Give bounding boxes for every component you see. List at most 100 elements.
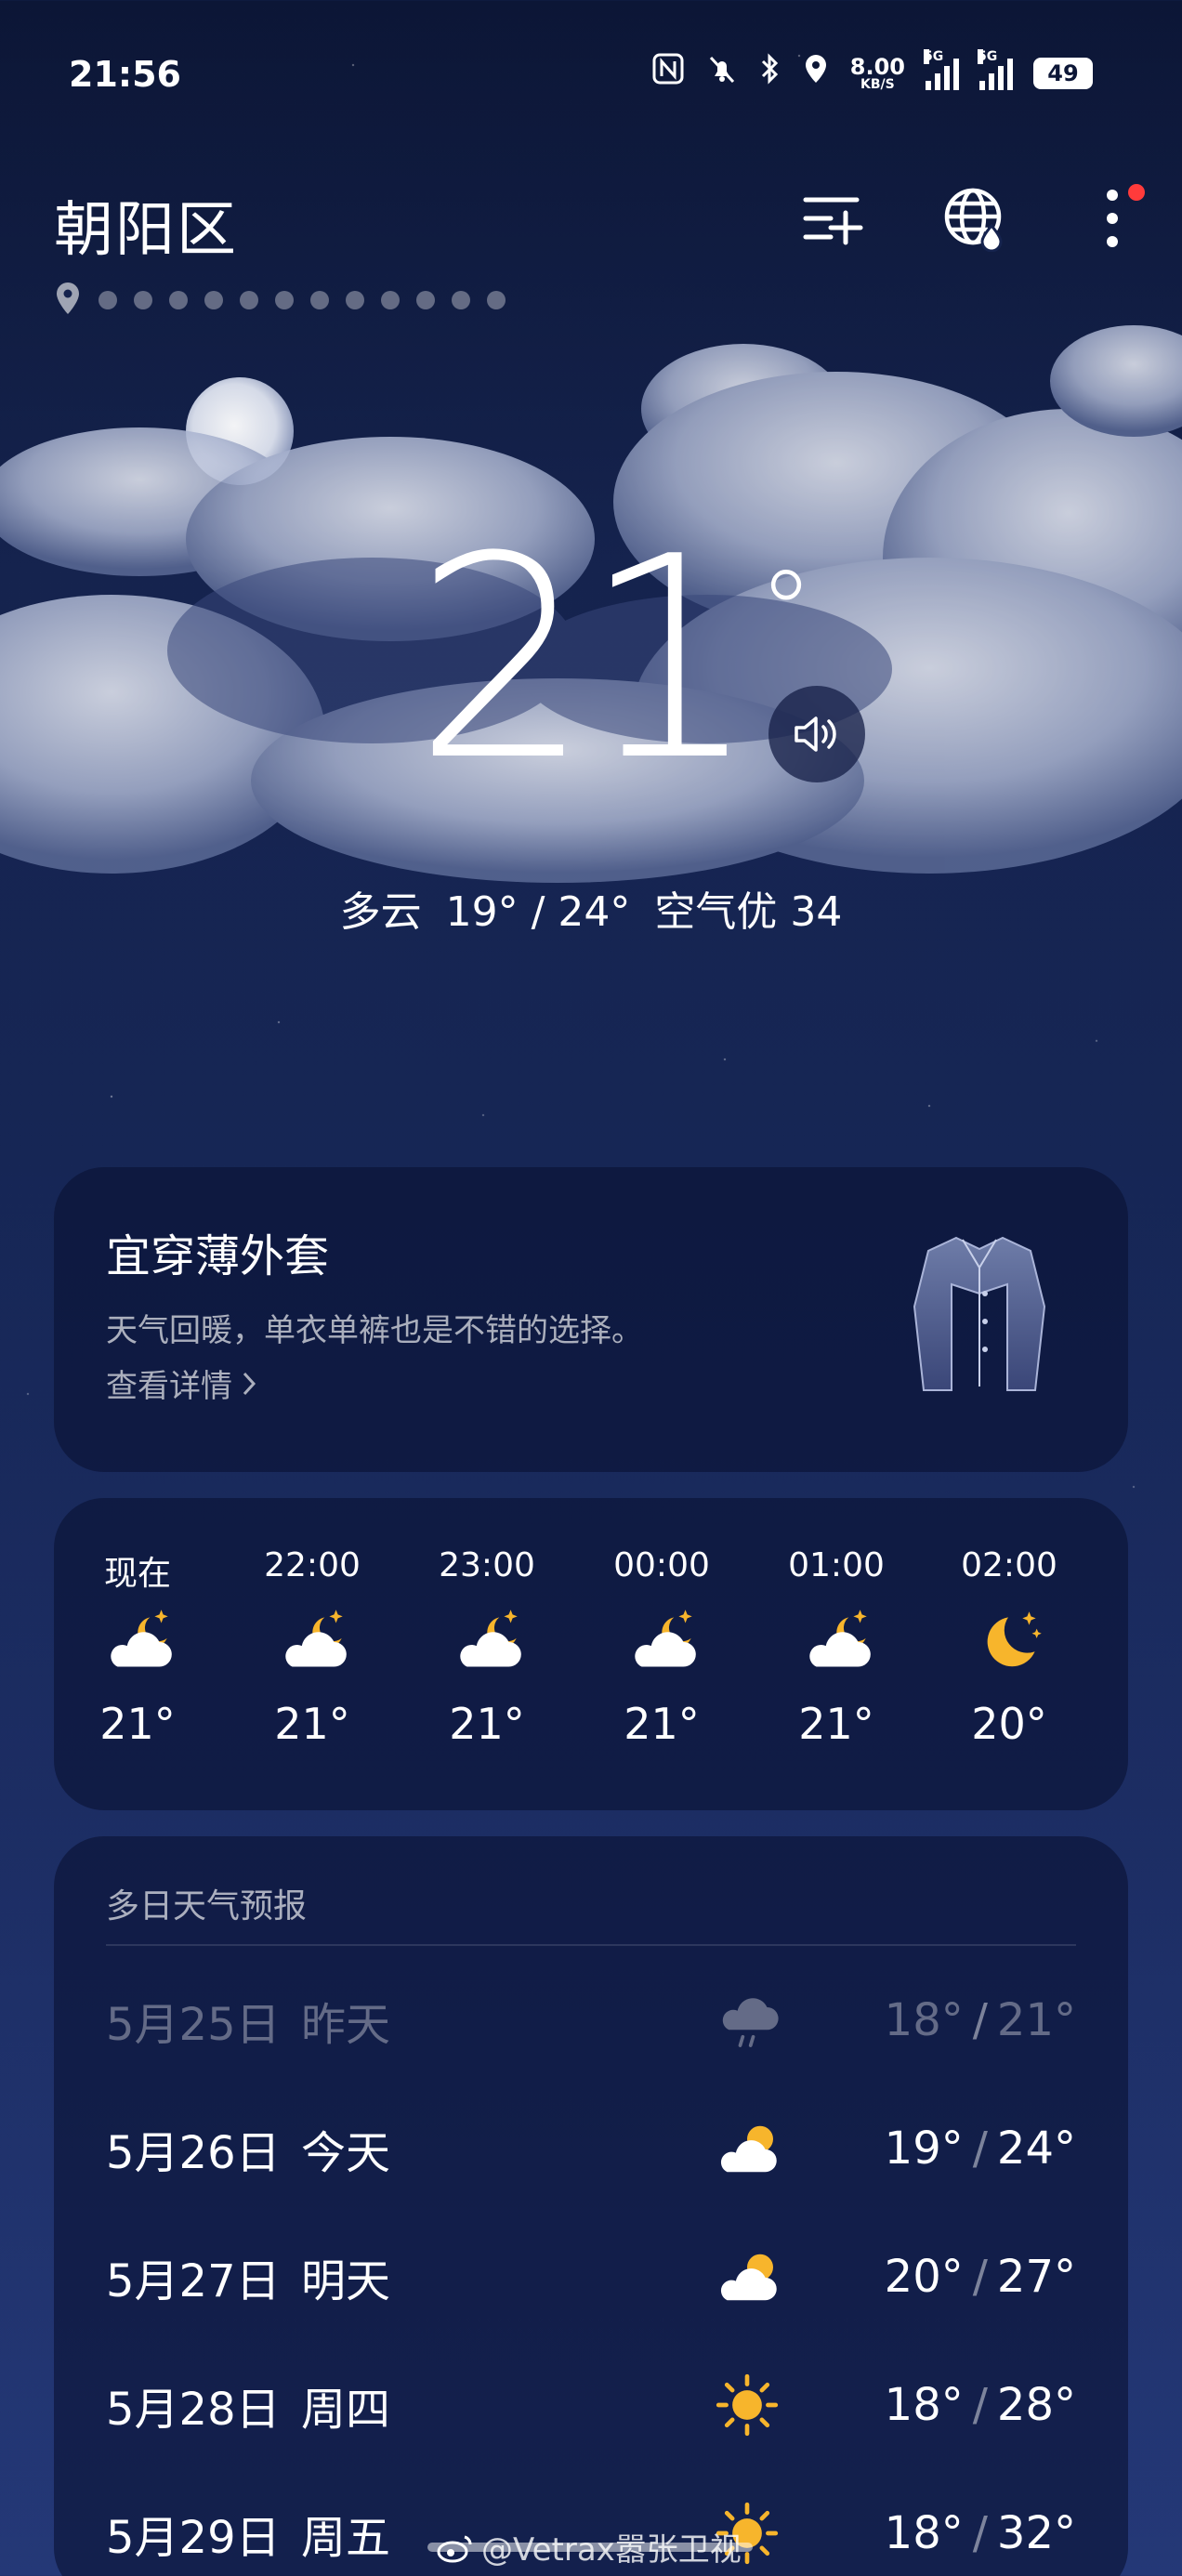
day-temp-range: 18°/21° [821, 1994, 1076, 2046]
partly-cloudy-day-icon [673, 2238, 821, 2316]
page-dot [169, 291, 188, 309]
globe-icon[interactable] [933, 177, 1017, 260]
page-dot [346, 291, 364, 309]
clothing-description: 天气回暖，单衣单裤也是不错的选择。 [106, 1312, 643, 1349]
daily-title: 多日天气预报 [106, 1887, 308, 1925]
hourly-item: 现在 21° [54, 1546, 221, 1749]
hourly-item: 22:00 21° [229, 1546, 396, 1749]
location-title[interactable]: 朝阳区 [54, 182, 238, 268]
degree-symbol: ° [758, 548, 814, 677]
range-separator: / [972, 2507, 988, 2559]
hour-time: 02:00 [961, 1546, 1057, 1584]
city-list-add-icon[interactable] [792, 177, 875, 260]
daily-row[interactable]: 5月27日 明天 20°/27° [106, 2230, 1076, 2323]
day-name: 明天 [301, 2255, 391, 2307]
hour-time: 22:00 [264, 1546, 361, 1584]
status-icons: 8.00 KB/S 5G 5G 49 [651, 48, 1093, 94]
day-temp-range: 18°/28° [821, 2379, 1076, 2431]
location-icon [802, 52, 830, 94]
day-name: 昨天 [301, 1999, 391, 2051]
signal-icon: 5G [978, 48, 1013, 90]
divider [106, 1944, 1076, 1946]
hour-temp: 21° [274, 1699, 350, 1749]
daily-row[interactable]: 5月25日 昨天 18°/21° [106, 1974, 1076, 2067]
hour-temp: 21° [624, 1699, 700, 1749]
clear-night-icon [926, 1587, 1093, 1699]
view-details-link[interactable]: 查看详情 [106, 1360, 256, 1406]
range-separator: / [972, 1994, 988, 2046]
jacket-icon [913, 1236, 1046, 1391]
signal-icon: 5G [924, 48, 959, 90]
partly-cloudy-night-icon [403, 1587, 571, 1699]
more-icon[interactable] [1070, 177, 1154, 260]
day-name: 周四 [301, 2384, 391, 2436]
day-low: 18° [884, 2379, 964, 2431]
partly-cloudy-night-icon [753, 1587, 920, 1699]
hour-time: 现在 [103, 1555, 171, 1593]
page-dot [134, 291, 152, 309]
chevron-right-icon [243, 1372, 256, 1395]
hour-temp: 21° [798, 1699, 874, 1749]
hourly-item: 02:00 20° [926, 1546, 1093, 1749]
day-high: 27° [996, 2251, 1076, 2303]
hour-time: 23:00 [439, 1546, 535, 1584]
sunny-icon [673, 2366, 821, 2444]
location-pin-icon [54, 281, 82, 320]
notification-dot [1128, 184, 1145, 201]
rain-icon [673, 1981, 821, 2059]
page-dot [98, 291, 117, 309]
page-dot [487, 291, 506, 309]
view-details-label: 查看详情 [106, 1368, 232, 1405]
clothing-advice-card[interactable]: 宜穿薄外套 天气回暖，单衣单裤也是不错的选择。 查看详情 [54, 1167, 1128, 1472]
partly-cloudy-day-icon [673, 2109, 821, 2188]
day-date: 5月26日 [106, 2127, 281, 2179]
hourly-item: 00:00 21° [578, 1546, 745, 1749]
daily-forecast-card[interactable]: 多日天气预报 5月25日 昨天 18°/21° 5月26日 今天 19°/24°… [54, 1836, 1128, 2576]
day-temp-range: 19°/24° [821, 2123, 1076, 2175]
voice-broadcast-button[interactable] [768, 686, 865, 782]
hourly-item: 23:00 21° [403, 1546, 571, 1749]
current-temperature: 21 ° [0, 520, 1182, 799]
battery-icon: 49 [1033, 57, 1093, 89]
partly-cloudy-night-icon [229, 1587, 396, 1699]
nfc-icon [651, 52, 685, 94]
day-date: 5月29日 [106, 2512, 281, 2564]
page-dot [381, 291, 400, 309]
hourly-item: 01:00 21° [753, 1546, 920, 1749]
status-time: 21:56 [69, 54, 181, 95]
day-high: 24° [996, 2123, 1076, 2175]
hour-time: 01:00 [788, 1546, 885, 1584]
day-low: 18° [884, 1994, 964, 2046]
top-actions [792, 177, 1182, 260]
speaker-icon [795, 716, 836, 752]
air-quality[interactable]: 空气优 34 [654, 888, 842, 936]
hourly-list: 现在 21° 22:00 21° 23:00 21° 00:00 21° 01:… [54, 1498, 1128, 1810]
page-dot [452, 291, 470, 309]
temp-range: 19° / 24° [445, 888, 631, 936]
home-indicator[interactable] [427, 2543, 753, 2552]
day-date: 5月28日 [106, 2384, 281, 2436]
range-separator: / [972, 2379, 988, 2431]
partly-cloudy-night-icon [578, 1587, 745, 1699]
day-temp-range: 18°/32° [821, 2507, 1076, 2559]
hour-time: 00:00 [613, 1546, 710, 1584]
day-date: 5月27日 [106, 2255, 281, 2307]
mute-icon [705, 52, 739, 94]
daily-row[interactable]: 5月28日 周四 18°/28° [106, 2359, 1076, 2451]
day-low: 19° [884, 2123, 964, 2175]
day-high: 28° [996, 2379, 1076, 2431]
daily-row[interactable]: 5月26日 今天 19°/24° [106, 2102, 1076, 2195]
day-high: 32° [996, 2507, 1076, 2559]
page-dot [310, 291, 329, 309]
status-bar: 21:56 8.00 KB/S 5G 5G 49 [0, 0, 1182, 149]
hour-temp: 20° [971, 1699, 1047, 1749]
page-dot [204, 291, 223, 309]
page-dot [416, 291, 435, 309]
hourly-forecast-card[interactable]: 现在 21° 22:00 21° 23:00 21° 00:00 21° 01:… [54, 1498, 1128, 1810]
condition-text: 多云 [339, 888, 422, 936]
page-dot [240, 291, 258, 309]
weather-summary: 多云 19° / 24° 空气优 34 [0, 878, 1182, 938]
day-high: 21° [996, 1994, 1076, 2046]
day-low: 20° [884, 2251, 964, 2303]
hour-temp: 21° [99, 1699, 176, 1749]
